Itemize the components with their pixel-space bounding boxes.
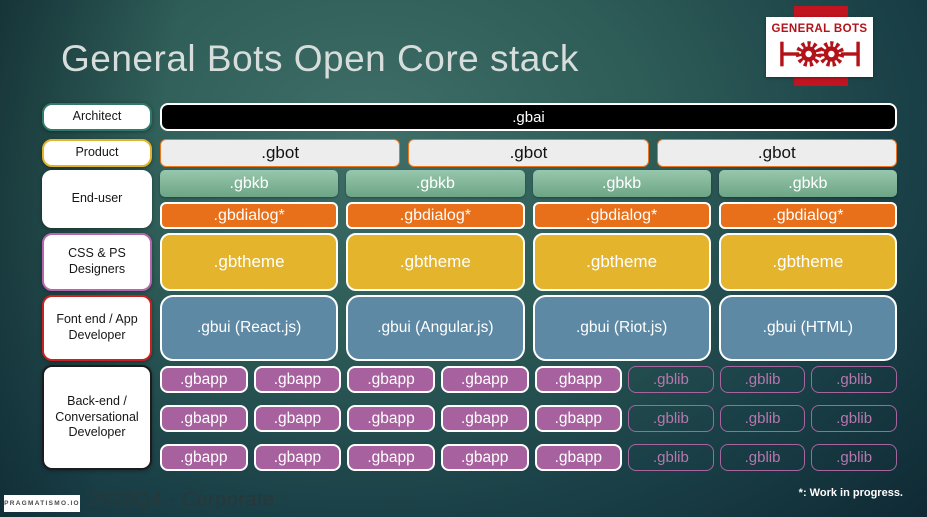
stack-box-gbapp: .gbapp	[253, 366, 342, 393]
stack-box-gbapp: .gbapp	[347, 405, 435, 432]
stack-box-gbapp: .gbapp	[347, 444, 435, 471]
stack-box-gbdialog: .gbdialog*	[346, 202, 525, 229]
stack-box-gbapp: .gbapp	[440, 405, 529, 432]
stack-box-gbot: .gbot	[656, 139, 897, 167]
stack-box-gbapp: .gbapp	[253, 444, 342, 471]
stack-box-gbkb: .gbkb	[718, 170, 897, 197]
stack-box-gbapp: .gbapp	[253, 405, 342, 432]
stack-box-gbui: .gbui (Riot.js)	[532, 295, 711, 361]
role-label-css-ps-designers: CSS & PS Designers	[42, 233, 152, 291]
work-in-progress-footnote: *: Work in progress.	[798, 487, 903, 499]
stack-box-gblib: .gblib	[719, 366, 806, 393]
stack-box-gbtheme: .gbtheme	[160, 233, 339, 291]
slide-canvas: General Bots Open Core stack GENERAL BOT…	[0, 0, 927, 517]
role-label-product: Product	[42, 139, 152, 167]
stack-box-gbapp: .gbapp	[534, 444, 623, 471]
stack-box-gbapp: .gbapp	[160, 405, 248, 432]
stack-box-gblib: .gblib	[719, 405, 806, 432]
stack-box-gbtheme: .gbtheme	[346, 233, 525, 291]
stack-box-gblib: .gblib	[628, 366, 714, 393]
stack-box-gbui: .gbui (HTML)	[718, 295, 897, 361]
logo-wordmark: GENERAL BOTS	[771, 22, 868, 35]
stack-box-gbkb: .gbkb	[346, 170, 525, 197]
stack-box-gbtheme: .gbtheme	[532, 233, 711, 291]
role-label-end-user: End-user	[42, 170, 152, 228]
stack-box-gblib: .gblib	[719, 444, 806, 471]
stack-box-gblib: .gblib	[811, 366, 897, 393]
stack-box-gbdialog: .gbdialog*	[718, 202, 897, 229]
row-gbai: .gbai	[160, 103, 897, 131]
stack-box-gbdialog: .gbdialog*	[532, 202, 711, 229]
stack-box-gbui: .gbui (Angular.js)	[346, 295, 525, 361]
stack-box-gbapp: .gbapp	[440, 366, 529, 393]
stack-box-gbtheme: .gbtheme	[718, 233, 897, 291]
pragmatismo-logo-text: PRAGMATISMO.IO	[4, 500, 80, 507]
stack-box-gblib: .gblib	[811, 405, 897, 432]
role-label-back-end-conversational-developer: Back-end / Conversational Developer	[42, 365, 152, 470]
row-gbapp-gblib-1: .gbapp .gbapp .gbapp .gbapp .gbapp .gblib .gbl…	[160, 366, 897, 393]
row-gbkb: .gbkb .gbkb .gbkb .gbkb	[160, 170, 897, 197]
row-gbtheme: .gbtheme .gbtheme .gbtheme .gbtheme	[160, 233, 897, 291]
row-gbui: .gbui (React.js) .gbui (Angular.js) .gbui …	[160, 295, 897, 361]
stack-box-gbapp: .gbapp	[160, 366, 248, 393]
stack-box-gbapp: .gbapp	[534, 405, 623, 432]
double-gear-icon	[779, 40, 860, 67]
stack-box-gbapp: .gbapp	[440, 444, 529, 471]
row-gbapp-gblib-3: .gbapp .gbapp .gbapp .gbapp .gbapp .gblib .gbl…	[160, 444, 897, 471]
stack-box-gbui: .gbui (React.js)	[160, 295, 339, 361]
page-title: General Bots Open Core stack	[61, 38, 579, 79]
stack-box-gbot: .gbot	[408, 139, 649, 167]
stack-box-gbapp: .gbapp	[160, 444, 248, 471]
stack-box-gbai: .gbai	[160, 103, 897, 131]
stack-box-gbkb: .gbkb	[532, 170, 711, 197]
stack-box-gblib: .gblib	[628, 444, 714, 471]
stack-box-gblib: .gblib	[628, 405, 714, 432]
stack-box-gblib: .gblib	[811, 444, 897, 471]
pragmatismo-logo: PRAGMATISMO.IO	[4, 495, 80, 512]
general-bots-logo: GENERAL BOTS	[766, 17, 873, 77]
row-gbapp-gblib-2: .gbapp .gbapp .gbapp .gbapp .gbapp .gblib .gbl…	[160, 405, 897, 432]
footer-caption: 2018Q4 - Corporate	[88, 489, 275, 511]
stack-box-gbapp: .gbapp	[534, 366, 623, 393]
role-label-front-end-app-developer: Font end / App Developer	[42, 295, 152, 361]
stack-box-gbkb: .gbkb	[160, 170, 339, 197]
stack-box-gbot: .gbot	[160, 139, 401, 167]
role-label-architect: Architect	[42, 103, 152, 131]
row-gbdialog: .gbdialog* .gbdialog* .gbdialog* .gbdialog*	[160, 202, 897, 229]
stack-box-gbapp: .gbapp	[347, 366, 435, 393]
stack-box-gbdialog: .gbdialog*	[160, 202, 339, 229]
row-gbot: .gbot .gbot .gbot	[160, 139, 897, 167]
